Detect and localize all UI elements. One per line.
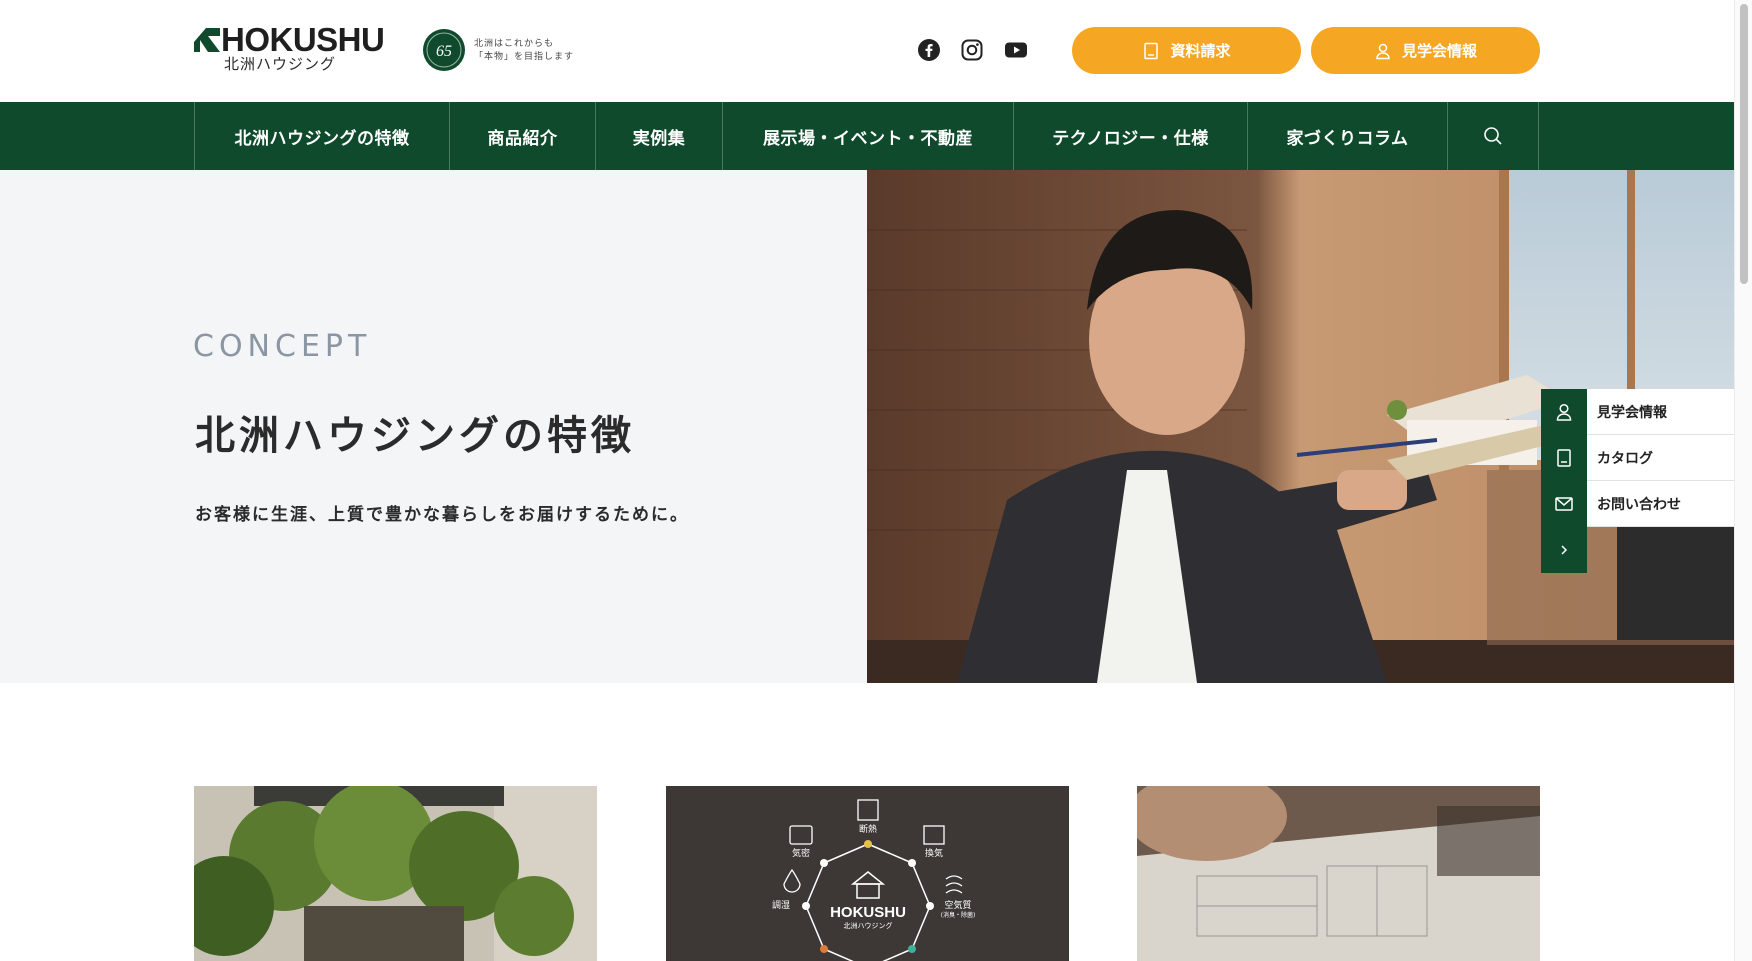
youtube-icon (1005, 42, 1027, 58)
person-icon (1376, 43, 1390, 59)
book-icon (1557, 449, 1571, 467)
feature-card-performance[interactable]: HOKUSHU 北洲ハウジング 断熱 換気 空気質 (消臭・除菌) 気密 調湿 (666, 786, 1069, 961)
facebook-icon (918, 39, 940, 61)
feature-card-exterior[interactable] (194, 786, 597, 961)
tour-info-label: 見学会情報 (1401, 42, 1477, 60)
anniversary-badge: 65 (421, 27, 467, 73)
nav-item-features[interactable]: 北洲ハウジングの特徴 (195, 102, 450, 170)
youtube-link[interactable] (1004, 38, 1028, 62)
side-quick-menu: 見学会情報 カタログ お問い合わせ (1541, 389, 1734, 573)
hero-eyebrow: CONCEPT (193, 329, 372, 364)
diagram-label-airtight: 気密 (792, 847, 810, 859)
instagram-link[interactable] (960, 38, 984, 62)
logo-mark-icon (194, 28, 220, 52)
book-icon (1144, 42, 1159, 59)
laurel-badge-icon: 65 (423, 29, 465, 71)
diagram-label-air-quality-sub: (消臭・除菌) (941, 911, 976, 919)
catalog-request-button[interactable]: 資料請求 (1072, 27, 1301, 74)
nav-item-technology[interactable]: テクノロジー・仕様 (1014, 102, 1248, 170)
brand-tagline: 北洲はこれからも 「本物」を目指します (474, 38, 574, 64)
diagram-center-word: HOKUSHU (830, 904, 906, 921)
side-item-label: お問い合わせ (1587, 481, 1734, 526)
mail-icon (1555, 497, 1573, 511)
diagram-label-insulation: 断熱 (859, 823, 877, 835)
tagline-line-1: 北洲はこれからも (474, 39, 555, 49)
diagram-label-humidity: 調湿 (772, 899, 790, 911)
site-logo[interactable]: HOKUSHU 北洲ハウジング (194, 21, 404, 78)
catalog-request-label: 資料請求 (1170, 42, 1231, 60)
logo-subtitle: 北洲ハウジング (224, 55, 337, 73)
blueprint-photo (1137, 786, 1540, 961)
site-header: HOKUSHU 北洲ハウジング 65 北洲はこれからも 「本物」を目指します 資… (0, 0, 1734, 102)
diagram-center-sub: 北洲ハウジング (844, 921, 893, 930)
diagram-label-ventilation: 換気 (925, 847, 943, 859)
search-icon (1484, 127, 1502, 145)
instagram-icon (961, 39, 983, 61)
scrollbar-thumb[interactable] (1740, 4, 1748, 284)
nav-item-column[interactable]: 家づくりコラム (1248, 102, 1448, 170)
facebook-link[interactable] (917, 38, 941, 62)
side-item-contact[interactable]: お問い合わせ (1541, 481, 1734, 527)
nav-search-button[interactable] (1448, 102, 1539, 170)
person-icon (1556, 403, 1572, 421)
feature-card-design[interactable] (1137, 786, 1540, 961)
tagline-line-2: 「本物」を目指します (474, 52, 575, 62)
nav-item-products[interactable]: 商品紹介 (450, 102, 596, 170)
side-item-label: 見学会情報 (1587, 389, 1734, 434)
greenery-house-photo (194, 786, 597, 961)
page-scrollbar[interactable] (1734, 0, 1752, 961)
page-title: 北洲ハウジングの特徴 (195, 413, 635, 459)
badge-number: 65 (436, 43, 452, 60)
side-item-catalog[interactable]: カタログ (1541, 435, 1734, 481)
diagram-label-air-quality: 空気質 (944, 899, 971, 911)
logo-wordmark: HOKUSHU (221, 21, 385, 58)
nav-item-showrooms[interactable]: 展示場・イベント・不動産 (723, 102, 1014, 170)
hero-lead: お客様に生涯、上質で豊かな暮らしをお届けするために。 (195, 505, 689, 525)
performance-diagram: HOKUSHU 北洲ハウジング 断熱 換気 空気質 (消臭・除菌) 気密 調湿 (666, 786, 1069, 961)
side-menu-toggle[interactable] (1541, 527, 1587, 573)
tour-info-button[interactable]: 見学会情報 (1311, 27, 1540, 74)
nav-item-examples[interactable]: 実例集 (596, 102, 723, 170)
chevron-right-icon (1561, 545, 1568, 555)
global-nav: 北洲ハウジングの特徴 商品紹介 実例集 展示場・イベント・不動産 テクノロジー・… (0, 102, 1734, 170)
side-item-label: カタログ (1587, 435, 1734, 480)
side-item-tour[interactable]: 見学会情報 (1541, 389, 1734, 435)
